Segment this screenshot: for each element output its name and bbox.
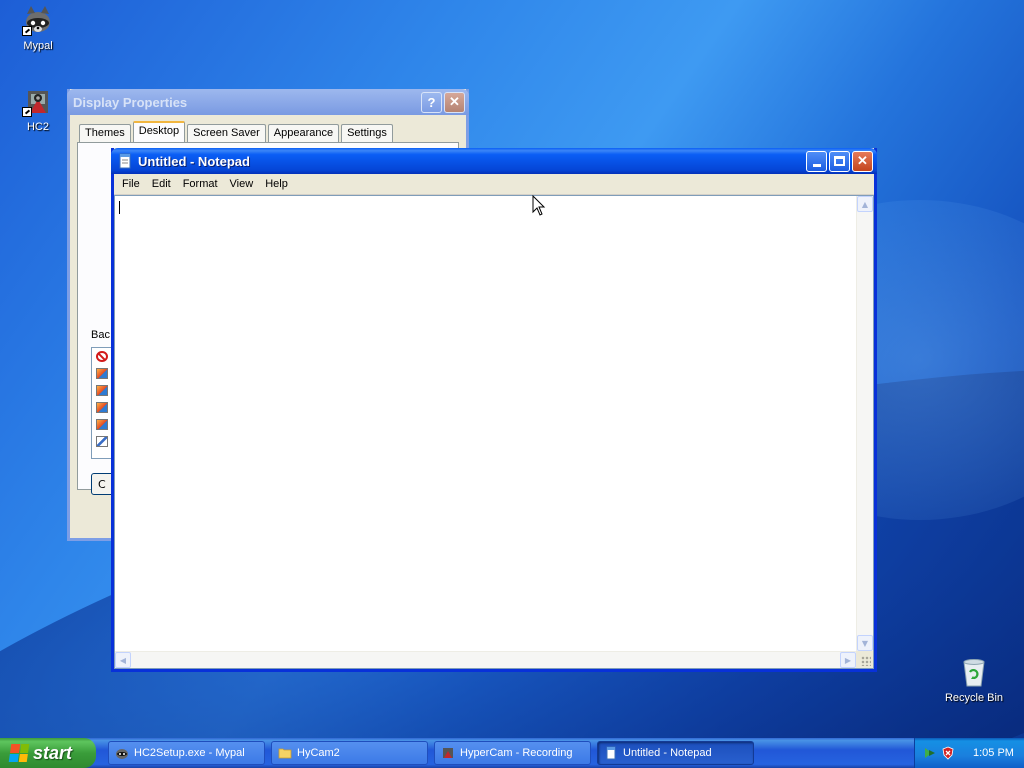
arrow-down-icon: ▼ (861, 638, 869, 648)
resize-grip[interactable] (856, 651, 873, 668)
raccoon-icon (22, 4, 54, 36)
hypercam-icon (22, 85, 54, 117)
menu-view[interactable]: View (224, 178, 260, 190)
close-icon: ✕ (857, 153, 868, 168)
notepad-window: Untitled - Notepad ✕ File Edit Format Vi… (111, 148, 877, 672)
close-icon: ✕ (449, 94, 460, 109)
raccoon-icon (116, 749, 128, 759)
desktop-icon-label: HC2 (26, 121, 49, 133)
close-button[interactable]: ✕ (852, 150, 873, 172)
network-icon[interactable] (923, 746, 937, 760)
picture-file-icon (96, 385, 108, 396)
tab-settings[interactable]: Settings (341, 124, 393, 142)
desktop-icon-mypal[interactable]: Mypal (3, 4, 73, 52)
arrow-right-icon: ▶ (844, 655, 852, 665)
desktop: Mypal HC2 Recycle Bin Display Properties… (0, 0, 1024, 738)
none-icon (96, 351, 108, 362)
text-caret (119, 201, 120, 214)
horizontal-scrollbar[interactable]: ◀ ▶ (115, 651, 856, 668)
picture-file-icon (96, 402, 108, 413)
tab-screen-saver[interactable]: Screen Saver (187, 124, 266, 142)
paint-file-icon (96, 436, 108, 447)
text-editor: ▲ ▼ ◀ ▶ (114, 195, 874, 669)
picture-file-icon (96, 368, 108, 379)
notepad-titlebar[interactable]: Untitled - Notepad ✕ (111, 148, 877, 174)
taskbar-item-mypal[interactable]: HC2Setup.exe - Mypal (108, 741, 265, 765)
menu-file[interactable]: File (116, 178, 146, 190)
security-shield-icon[interactable] (941, 746, 955, 760)
taskbar-item-notepad[interactable]: Untitled - Notepad (597, 741, 754, 765)
close-button[interactable]: ✕ (444, 91, 465, 113)
background-label: Bac (91, 329, 110, 341)
maximize-icon (834, 156, 845, 166)
display-properties-titlebar[interactable]: Display Properties ? ✕ (67, 89, 469, 115)
tab-desktop[interactable]: Desktop (132, 121, 186, 142)
button-label: C (98, 478, 106, 491)
menu-help[interactable]: Help (259, 178, 294, 190)
clock[interactable]: 1:05 PM (973, 747, 1014, 759)
help-icon: ? (427, 94, 436, 110)
desktop-icon-hc2[interactable]: HC2 (3, 85, 73, 133)
desktop-icon-label: Recycle Bin (944, 692, 1004, 704)
desktop-icon-recycle-bin[interactable]: Recycle Bin (939, 656, 1009, 704)
notepad-icon (606, 746, 616, 760)
start-label: start (33, 742, 73, 763)
menu-edit[interactable]: Edit (146, 178, 177, 190)
windows-logo-icon (8, 744, 30, 762)
taskbar-item-label: HC2Setup.exe - Mypal (134, 747, 245, 759)
maximize-button[interactable] (829, 150, 850, 172)
recycle-bin-icon (958, 656, 990, 688)
scroll-right-button[interactable]: ▶ (840, 652, 856, 668)
scroll-left-button[interactable]: ◀ (115, 652, 131, 668)
folder-icon (278, 748, 292, 759)
notepad-icon (119, 153, 131, 169)
taskbar-item-hypercam[interactable]: HyperCam - Recording (434, 741, 591, 765)
arrow-up-icon: ▲ (861, 199, 869, 209)
arrow-left-icon: ◀ (119, 655, 127, 665)
window-title: Display Properties (73, 94, 188, 110)
shortcut-arrow-icon (22, 26, 32, 36)
scroll-up-button[interactable]: ▲ (857, 196, 873, 212)
minimize-button[interactable] (806, 150, 827, 172)
window-title: Untitled - Notepad (138, 153, 250, 169)
menu-bar: File Edit Format View Help (114, 174, 874, 195)
menu-format[interactable]: Format (177, 178, 224, 190)
picture-file-icon (96, 419, 108, 430)
help-button[interactable]: ? (421, 91, 442, 113)
minimize-icon (812, 163, 821, 167)
taskbar-item-label: HyCam2 (297, 747, 340, 759)
scroll-down-button[interactable]: ▼ (857, 635, 873, 651)
taskbar-item-label: HyperCam - Recording (460, 747, 573, 759)
start-button[interactable]: start (0, 738, 96, 768)
taskbar-item-label: Untitled - Notepad (623, 747, 712, 759)
taskbar-item-hycam2[interactable]: HyCam2 (271, 741, 428, 765)
display-tabs: Themes Desktop Screen Saver Appearance S… (70, 115, 466, 142)
hypercam-icon (443, 748, 453, 758)
system-tray: 1:05 PM (914, 738, 1024, 768)
taskbar: start HC2Setup.exe - Mypal HyCam2 HyperC… (0, 738, 1024, 768)
text-area[interactable] (115, 196, 856, 651)
tab-themes[interactable]: Themes (79, 124, 131, 142)
shortcut-arrow-icon (22, 107, 32, 117)
vertical-scrollbar[interactable]: ▲ ▼ (856, 196, 873, 651)
mouse-pointer-icon (532, 195, 546, 216)
desktop-icon-label: Mypal (23, 40, 53, 52)
tab-appearance[interactable]: Appearance (267, 124, 340, 142)
